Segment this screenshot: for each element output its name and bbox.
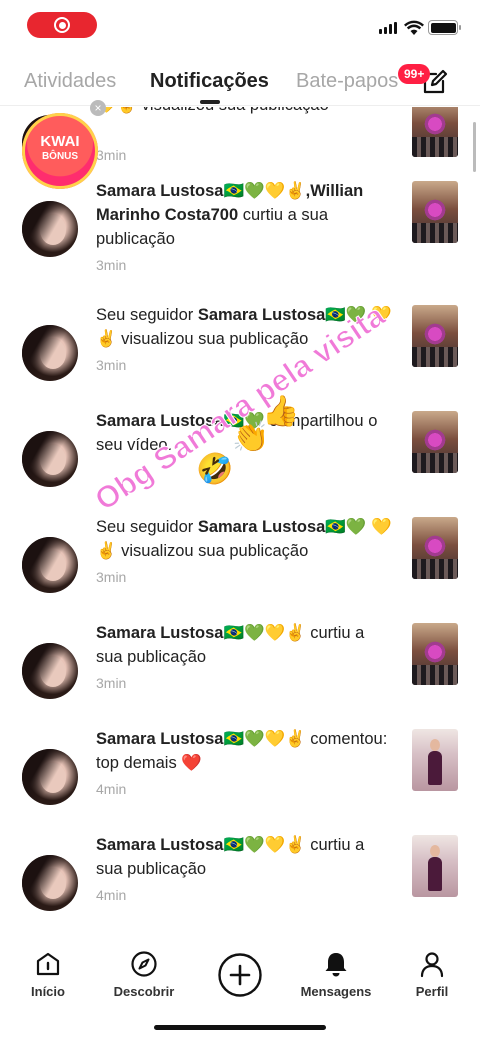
nav-mensagens[interactable]: Mensagens bbox=[288, 950, 384, 999]
kwai-bonus-title: KWAI bbox=[40, 133, 80, 150]
profile-icon bbox=[420, 952, 444, 978]
nav-descobrir-label: Descobrir bbox=[113, 984, 175, 999]
notification-text: Samara Lustosa🇧🇷💚💛✌️ curtiu a sua public… bbox=[96, 833, 392, 881]
post-thumbnail[interactable] bbox=[412, 107, 458, 157]
avatar[interactable] bbox=[22, 325, 78, 381]
avatar[interactable] bbox=[22, 749, 78, 805]
post-thumbnail[interactable] bbox=[412, 305, 458, 367]
notification-text: 💛✌️ visualizou sua publicação bbox=[96, 107, 392, 117]
avatar[interactable] bbox=[22, 201, 78, 257]
tab-notificacoes[interactable]: Notificações bbox=[150, 70, 269, 93]
active-tab-indicator bbox=[200, 100, 220, 104]
post-thumbnail[interactable] bbox=[412, 517, 458, 579]
scrollbar[interactable] bbox=[473, 122, 476, 172]
battery-fill bbox=[430, 22, 456, 33]
unread-badge: 99+ bbox=[398, 64, 431, 84]
post-thumbnail[interactable] bbox=[412, 729, 458, 791]
notification-time: 4min bbox=[96, 887, 127, 903]
notification-prefix: Seu seguidor bbox=[96, 306, 198, 324]
compass-icon bbox=[131, 951, 157, 977]
notification-text: Seu seguidor Samara Lustosa🇧🇷💚 💛✌️ visua… bbox=[96, 303, 392, 351]
post-thumbnail[interactable] bbox=[412, 181, 458, 243]
notification-user-name[interactable]: Samara Lustosa🇧🇷💚 bbox=[198, 518, 367, 536]
cellular-signal-icon bbox=[379, 22, 397, 34]
bell-icon bbox=[325, 953, 347, 977]
tab-atividades[interactable]: Atividades bbox=[24, 70, 116, 93]
notification-user-name[interactable]: Samara Lustosa🇧🇷💚💛✌️ bbox=[96, 730, 306, 748]
notification-time: 3min bbox=[96, 357, 127, 373]
notification-user-name[interactable]: Samara Lustosa🇧🇷💚💛✌️ bbox=[96, 836, 306, 854]
nav-perfil-label: Perfil bbox=[415, 984, 449, 999]
nav-mensagens-label: Mensagens bbox=[300, 984, 372, 999]
notification-list[interactable]: 💛✌️ visualizou sua publicação 3min Samara … bbox=[0, 107, 480, 940]
clapping-emoji-icon: 👏 bbox=[232, 421, 270, 454]
notification-user-name[interactable]: Samara Lustosa🇧🇷💚 bbox=[198, 306, 367, 324]
notification-action: 💛✌️ visualizou sua publicação bbox=[96, 107, 329, 114]
tab-bate-papos[interactable]: Bate-papos bbox=[296, 70, 398, 93]
kwai-bonus-button[interactable]: KWAI BÔNUS bbox=[22, 113, 98, 189]
notification-time: 3min bbox=[96, 147, 127, 163]
avatar[interactable] bbox=[22, 643, 78, 699]
nav-inicio-label: Início bbox=[31, 984, 65, 999]
post-thumbnail[interactable] bbox=[412, 835, 458, 897]
bottom-navigation: Início Descobrir Mensagens Perfil bbox=[0, 940, 480, 1040]
notification-item[interactable]: Samara Lustosa🇧🇷💚💛✌️,Willian Marinho Cos… bbox=[0, 179, 480, 285]
notification-item[interactable]: Samara Lustosa🇧🇷💚💛✌️ curtiu a sua public… bbox=[0, 621, 480, 727]
notification-text: Samara Lustosa🇧🇷💚💛✌️,Willian Marinho Cos… bbox=[96, 179, 392, 251]
top-tabs: Atividades Notificações Bate-papos 99+ bbox=[0, 60, 480, 106]
screen-recording-indicator[interactable] bbox=[27, 12, 97, 38]
post-thumbnail[interactable] bbox=[412, 623, 458, 685]
notification-time: 4min bbox=[96, 781, 127, 797]
notification-prefix: Seu seguidor bbox=[96, 518, 198, 536]
close-icon[interactable]: × bbox=[90, 100, 106, 116]
nav-inicio[interactable]: Início bbox=[0, 950, 96, 999]
notification-text: Seu seguidor Samara Lustosa🇧🇷💚 💛✌️ visua… bbox=[96, 515, 392, 563]
notification-text: Samara Lustosa🇧🇷💚💛✌️ comentou: top demai… bbox=[96, 727, 392, 775]
notification-time: 3min bbox=[96, 257, 127, 273]
nav-perfil[interactable]: Perfil bbox=[384, 950, 480, 999]
notification-item[interactable]: Samara Lustosa🇧🇷💚💛✌️ comentou: top demai… bbox=[0, 727, 480, 833]
notification-item[interactable]: Seu seguidor Samara Lustosa🇧🇷💚 💛✌️ visua… bbox=[0, 515, 480, 621]
avatar[interactable] bbox=[22, 537, 78, 593]
post-thumbnail[interactable] bbox=[412, 411, 458, 473]
record-icon bbox=[54, 17, 70, 33]
add-icon bbox=[218, 953, 262, 997]
notification-text: Samara Lustosa🇧🇷💚💛✌️ curtiu a sua public… bbox=[96, 621, 392, 669]
notification-item[interactable]: Samara Lustosa🇧🇷💚💛✌️ curtiu a sua public… bbox=[0, 833, 480, 939]
status-bar bbox=[0, 0, 480, 50]
avatar[interactable] bbox=[22, 431, 78, 487]
notification-time: 3min bbox=[96, 675, 127, 691]
nav-create[interactable] bbox=[192, 952, 288, 998]
notification-time: 3min bbox=[96, 569, 127, 585]
notification-user-name[interactable]: Samara Lustosa🇧🇷💚💛✌️ bbox=[96, 624, 306, 642]
nav-descobrir[interactable]: Descobrir bbox=[96, 950, 192, 999]
kwai-bonus-subtitle: BÔNUS bbox=[41, 151, 79, 162]
home-icon bbox=[36, 952, 60, 976]
notification-item[interactable]: Seu seguidor Samara Lustosa🇧🇷💚 💛✌️ visua… bbox=[0, 303, 480, 409]
wifi-icon bbox=[404, 20, 424, 35]
laughing-emoji-icon: 🤣 bbox=[196, 453, 234, 486]
avatar[interactable] bbox=[22, 855, 78, 911]
battery-icon bbox=[428, 20, 461, 35]
home-indicator bbox=[154, 1025, 326, 1030]
